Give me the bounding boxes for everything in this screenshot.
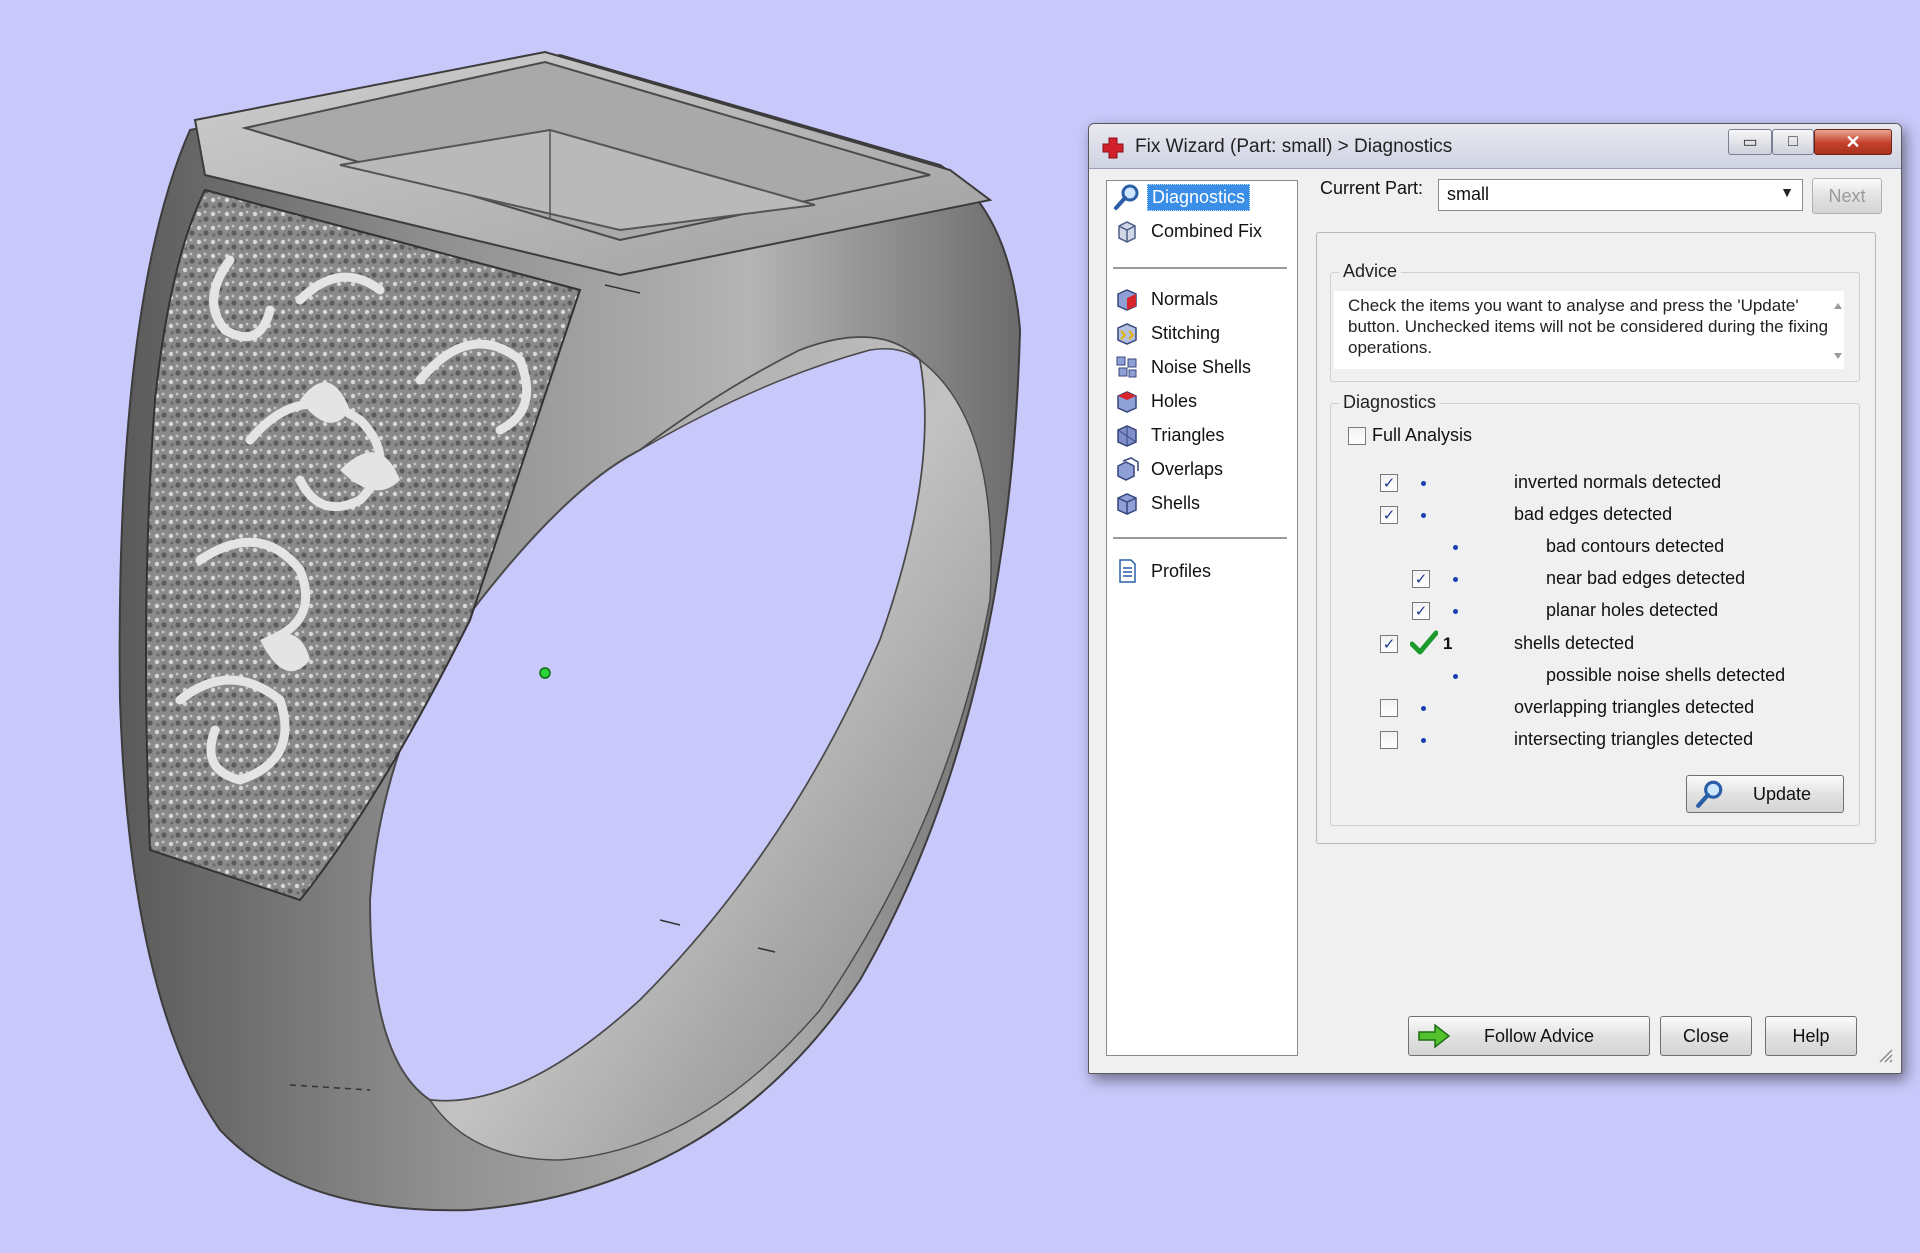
advice-text: Check the items you want to analyse and …: [1334, 291, 1844, 369]
row-checkbox-inverted-normals[interactable]: ✓: [1380, 474, 1398, 492]
nav-item-triangles[interactable]: Triangles: [1113, 419, 1228, 451]
status-dot: [1421, 481, 1426, 486]
nav-label: Triangles: [1151, 424, 1225, 445]
row-checkbox-bad-edges[interactable]: ✓: [1380, 506, 1398, 524]
nav-label: Normals: [1151, 288, 1219, 309]
nav-label: Holes: [1151, 390, 1198, 411]
row-label-possible-noise-shells: possible noise shells detected: [1546, 665, 1786, 685]
current-part-label: Current Part:: [1320, 178, 1424, 198]
green-check-icon: [1410, 630, 1438, 655]
current-part-select[interactable]: small ▼: [1438, 179, 1803, 211]
nav-item-combined-fix[interactable]: Combined Fix: [1113, 215, 1266, 247]
resize-grip-icon[interactable]: [1876, 1046, 1894, 1064]
row-label-bad-contours: bad contours detected: [1546, 536, 1725, 556]
nav-item-shells[interactable]: Shells: [1113, 487, 1204, 519]
maximize-button[interactable]: □: [1772, 129, 1814, 155]
nav-label: Combined Fix: [1151, 220, 1263, 241]
magnifier-icon: [1696, 780, 1723, 808]
follow-advice-label: Follow Advice: [1483, 1025, 1595, 1046]
row-label-overlapping-triangles: overlapping triangles detected: [1514, 697, 1755, 717]
green-arrow-icon: [1418, 1023, 1451, 1049]
dialog-title: Fix Wizard (Part: small) > Diagnostics: [1135, 136, 1453, 157]
chevron-down-icon: ▼: [1780, 184, 1794, 200]
window-close-button[interactable]: ✕: [1814, 129, 1892, 155]
next-button[interactable]: Next: [1812, 178, 1882, 214]
update-button-label: Update: [1752, 783, 1812, 804]
nav-label: Stitching: [1151, 322, 1221, 343]
ring-model: [118, 50, 1022, 1212]
row-checkbox-intersecting-triangles[interactable]: [1380, 731, 1398, 749]
help-button-label: Help: [1792, 1025, 1830, 1046]
close-button-label: Close: [1682, 1025, 1730, 1046]
triangles-icon: [1117, 425, 1137, 447]
status-dot: [1421, 706, 1426, 711]
row-label-inverted-normals: inverted normals detected: [1514, 472, 1722, 492]
status-dot: [1421, 513, 1426, 518]
normals-cube-icon: [1117, 289, 1137, 311]
status-dot: [1421, 738, 1426, 743]
close-icon: ✕: [1845, 131, 1861, 152]
nav-item-profiles[interactable]: Profiles: [1113, 555, 1215, 587]
overlaps-icon: [1117, 457, 1139, 481]
nav-label: Noise Shells: [1151, 356, 1252, 377]
scroll-up-icon: [1834, 303, 1842, 309]
noise-shells-icon: [1116, 356, 1137, 378]
advice-scrollbar[interactable]: [1830, 295, 1846, 367]
nav-label: Overlaps: [1151, 458, 1224, 479]
close-button[interactable]: Close: [1660, 1016, 1752, 1056]
row-label-bad-edges: bad edges detected: [1514, 504, 1673, 524]
nav-item-stitching[interactable]: Stitching: [1113, 317, 1224, 349]
nav-item-normals[interactable]: Normals: [1113, 283, 1222, 315]
red-cross-icon: [1102, 137, 1124, 159]
full-analysis-checkbox[interactable]: [1348, 427, 1366, 445]
nav-item-holes[interactable]: Holes: [1113, 385, 1201, 417]
status-dot: [1453, 609, 1458, 614]
title-bar[interactable]: Fix Wizard (Part: small) > Diagnostics ▭…: [1089, 124, 1901, 169]
shells-icon: [1117, 493, 1137, 515]
row-label-shells: shells detected: [1514, 633, 1635, 653]
status-dot: [1453, 545, 1458, 550]
pivot-point: [539, 667, 551, 679]
minimize-button[interactable]: ▭: [1728, 129, 1772, 155]
3d-viewport[interactable]: [0, 0, 1080, 1253]
maximize-icon: □: [1788, 133, 1798, 150]
row-label-near-bad-edges: near bad edges detected: [1546, 568, 1746, 588]
scroll-down-icon: [1834, 353, 1842, 359]
diagnostics-legend: Diagnostics: [1339, 392, 1441, 413]
help-button[interactable]: Help: [1765, 1016, 1857, 1056]
nav-separator: [1113, 267, 1287, 269]
status-dot: [1453, 577, 1458, 582]
next-button-label: Next: [1828, 185, 1866, 206]
shells-count: 1: [1443, 634, 1453, 653]
row-checkbox-near-bad-edges[interactable]: ✓: [1412, 570, 1430, 588]
follow-advice-button[interactable]: Follow Advice: [1408, 1016, 1650, 1056]
row-label-planar-holes: planar holes detected: [1546, 600, 1719, 620]
status-dot: [1453, 674, 1458, 679]
nav-label: Diagnostics: [1147, 183, 1251, 211]
nav-item-noise-shells[interactable]: Noise Shells: [1113, 351, 1255, 383]
full-analysis-label: Full Analysis: [1372, 425, 1473, 445]
wizard-nav-list: Diagnostics Combined Fix Normals Stitchi…: [1106, 180, 1298, 1056]
holes-cube-icon: [1117, 391, 1137, 413]
minimize-icon: ▭: [1742, 134, 1758, 151]
row-checkbox-planar-holes[interactable]: ✓: [1412, 602, 1430, 620]
nav-separator: [1113, 537, 1287, 539]
update-button[interactable]: Update: [1686, 775, 1844, 813]
nav-item-diagnostics[interactable]: Diagnostics: [1113, 181, 1251, 213]
stitching-icon: [1117, 323, 1137, 345]
magnifier-icon: [1114, 184, 1139, 210]
document-icon: [1119, 559, 1136, 583]
nav-label: Profiles: [1151, 560, 1212, 581]
row-checkbox-overlapping-triangles[interactable]: [1380, 699, 1398, 717]
row-checkbox-shells[interactable]: ✓: [1380, 635, 1398, 653]
nav-label: Shells: [1151, 492, 1201, 513]
current-part-value: small: [1447, 184, 1490, 204]
row-label-intersecting-triangles: intersecting triangles detected: [1514, 729, 1754, 749]
nav-item-overlaps[interactable]: Overlaps: [1113, 453, 1227, 485]
cubes-icon: [1118, 221, 1136, 243]
advice-legend: Advice: [1339, 261, 1402, 282]
